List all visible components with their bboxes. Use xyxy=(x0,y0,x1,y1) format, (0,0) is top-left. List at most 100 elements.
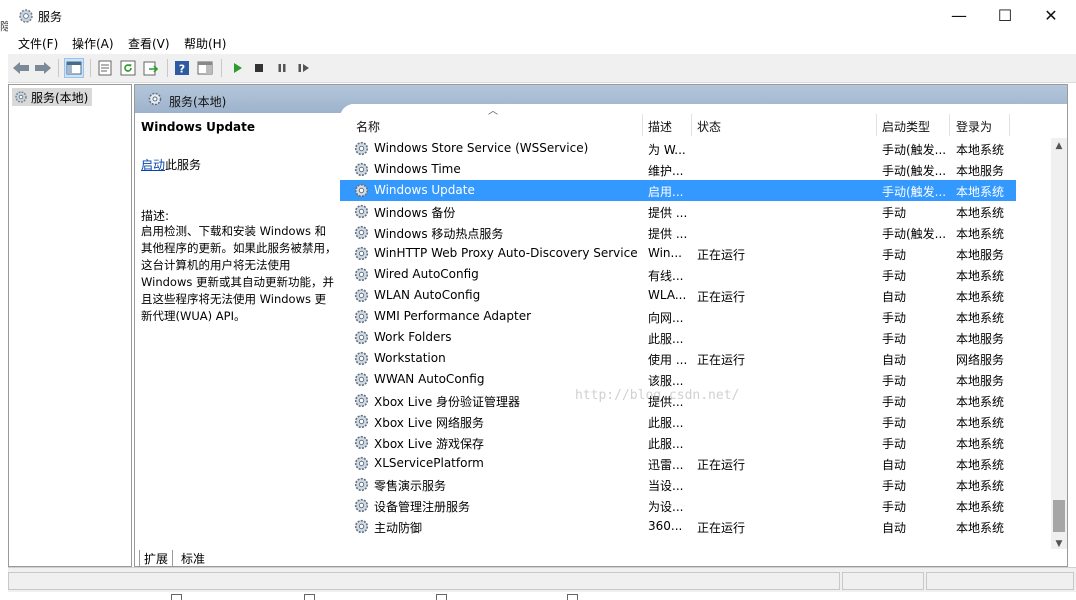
cell-startup-type: 手动(触发... xyxy=(882,143,947,157)
forward-button[interactable] xyxy=(33,58,53,78)
resume-icon xyxy=(298,64,309,72)
cell-startup-type: 手动 xyxy=(882,416,907,430)
console-tree-button[interactable] xyxy=(64,58,84,78)
table-row[interactable]: Wired AutoConfig 有线... 手动 本地系统 xyxy=(340,264,1016,285)
column-divider[interactable] xyxy=(691,114,692,136)
title-bar: 服务 — ☐ ✕ xyxy=(8,0,1076,32)
back-icon xyxy=(13,62,29,74)
table-row[interactable]: Workstation 使用 ... 正在运行 自动 网络服务 xyxy=(340,348,1016,369)
scroll-up-arrow-icon[interactable]: ▲ xyxy=(1051,138,1067,154)
cell-logon-as: 本地系统 xyxy=(956,269,1005,283)
cell-name: Xbox Live 身份验证管理器 xyxy=(374,395,521,409)
cell-description: 向网... xyxy=(648,311,684,325)
main-pane: 服务(本地) Windows Update 启动此服务 描述: 启用检测、下载和… xyxy=(134,84,1068,567)
cell-name: Xbox Live 游戏保存 xyxy=(374,437,485,451)
cell-name: Windows 移动热点服务 xyxy=(374,227,504,241)
close-button[interactable]: ✕ xyxy=(1028,0,1074,30)
checkbox-fragment xyxy=(567,594,578,600)
list-header: ︿ 名称 描述 状态 启动类型 登录为 xyxy=(340,104,1067,138)
vertical-scrollbar[interactable]: ▲ ▼ xyxy=(1051,138,1067,552)
export-button[interactable] xyxy=(141,58,161,78)
refresh-button[interactable] xyxy=(118,58,138,78)
services-gear-icon xyxy=(148,92,162,106)
cell-status: 正在运行 xyxy=(697,458,746,472)
cell-logon-as: 本地系统 xyxy=(956,206,1005,220)
menu-view[interactable]: 查看(V) xyxy=(128,35,170,52)
show-hide-button[interactable] xyxy=(195,58,215,78)
cell-startup-type: 手动 xyxy=(882,395,907,409)
status-segment xyxy=(8,572,840,590)
table-row[interactable]: Windows 移动热点服务 提供 ... 手动(触发... 本地系统 xyxy=(340,222,1016,243)
column-description[interactable]: 描述 xyxy=(648,118,672,135)
column-name[interactable]: 名称 xyxy=(356,118,380,135)
cell-description: 有线... xyxy=(648,269,684,283)
cell-logon-as: 本地系统 xyxy=(956,227,1005,241)
pause-button[interactable] xyxy=(272,58,292,78)
cell-startup-type: 手动 xyxy=(882,437,907,451)
cell-startup-type: 手动 xyxy=(882,374,907,388)
cell-description: Win... xyxy=(648,246,682,260)
cell-name: WMI Performance Adapter xyxy=(374,309,532,323)
services-gear-icon xyxy=(15,91,27,103)
resume-button[interactable] xyxy=(294,58,314,78)
start-service-link[interactable]: 启动 xyxy=(141,158,165,172)
service-gear-icon xyxy=(354,225,369,240)
menu-action[interactable]: 操作(A) xyxy=(72,35,114,52)
column-status[interactable]: 状态 xyxy=(697,118,721,135)
tab-standard[interactable]: 标准 xyxy=(177,550,209,566)
menu-help[interactable]: 帮助(H) xyxy=(184,35,226,52)
cell-startup-type: 手动 xyxy=(882,206,907,220)
table-row[interactable]: WLAN AutoConfig WLA... 正在运行 自动 本地系统 xyxy=(340,285,1016,306)
show-hide-icon xyxy=(197,61,213,75)
back-button[interactable] xyxy=(11,58,31,78)
cell-description: WLA... xyxy=(648,288,687,302)
table-row[interactable]: Windows Update 启用... 手动(触发... 本地系统 xyxy=(340,180,1016,201)
menu-file[interactable]: 文件(F) xyxy=(18,35,58,52)
tree-item-label: 服务(本地) xyxy=(31,90,89,105)
table-row[interactable]: 主动防御 360... 正在运行 自动 本地系统 xyxy=(340,516,1016,537)
cell-startup-type: 手动 xyxy=(882,479,907,493)
maximize-button[interactable]: ☐ xyxy=(982,0,1028,30)
cell-description: 当设... xyxy=(648,479,684,493)
table-row[interactable]: WWAN AutoConfig 该服... 手动 本地服务 xyxy=(340,369,1016,390)
table-row[interactable]: XLServicePlatform 迅雷... 正在运行 自动 本地系统 xyxy=(340,453,1016,474)
table-row[interactable]: Xbox Live 网络服务 此服... 手动 本地系统 xyxy=(340,411,1016,432)
table-row[interactable]: Work Folders 此服... 手动 本地服务 xyxy=(340,327,1016,348)
column-divider[interactable] xyxy=(1009,114,1010,136)
service-gear-icon xyxy=(354,267,369,282)
cell-name: Windows 备份 xyxy=(374,206,456,220)
cell-logon-as: 本地系统 xyxy=(956,437,1005,451)
status-segment xyxy=(926,572,1074,590)
properties-button[interactable] xyxy=(95,58,115,78)
cell-status: 正在运行 xyxy=(697,248,746,262)
cell-startup-type: 手动(触发... xyxy=(882,185,947,199)
tab-extended[interactable]: 扩展 xyxy=(139,550,174,566)
cell-startup-type: 手动 xyxy=(882,269,907,283)
tree-item-local-services[interactable]: 服务(本地) xyxy=(12,88,93,106)
column-divider[interactable] xyxy=(949,114,950,136)
table-row[interactable]: Windows 备份 提供 ... 手动 本地系统 xyxy=(340,201,1016,222)
scrollbar-thumb[interactable] xyxy=(1053,500,1065,532)
stop-button[interactable] xyxy=(249,58,269,78)
table-row[interactable]: Windows Store Service (WSService) 为 W... 手… xyxy=(340,138,1016,159)
column-divider[interactable] xyxy=(642,114,643,136)
table-row[interactable]: 设备管理注册服务 为设... 手动 本地系统 xyxy=(340,495,1016,516)
svg-text:?: ? xyxy=(179,63,185,76)
help-button[interactable]: ? xyxy=(172,58,192,78)
start-service-suffix: 此服务 xyxy=(165,158,202,172)
table-row[interactable]: 零售演示服务 当设... 手动 本地系统 xyxy=(340,474,1016,495)
table-row[interactable]: Xbox Live 游戏保存 此服... 手动 本地系统 xyxy=(340,432,1016,453)
column-logon-as[interactable]: 登录为 xyxy=(956,118,992,135)
start-button[interactable] xyxy=(227,58,247,78)
cell-logon-as: 网络服务 xyxy=(956,353,1005,367)
table-row[interactable]: Windows Time 维护... 手动(触发... 本地服务 xyxy=(340,159,1016,180)
column-divider[interactable] xyxy=(876,114,877,136)
table-row[interactable]: WMI Performance Adapter 向网... 手动 本地系统 xyxy=(340,306,1016,327)
cell-name: Windows Update xyxy=(374,183,475,197)
cell-description: 为设... xyxy=(648,500,684,514)
column-startup-type[interactable]: 启动类型 xyxy=(882,118,930,135)
cell-startup-type: 自动 xyxy=(882,353,907,367)
table-row[interactable]: WinHTTP Web Proxy Auto-Discovery Service… xyxy=(340,243,1016,264)
minimize-button[interactable]: — xyxy=(936,0,982,30)
refresh-icon xyxy=(120,60,136,76)
